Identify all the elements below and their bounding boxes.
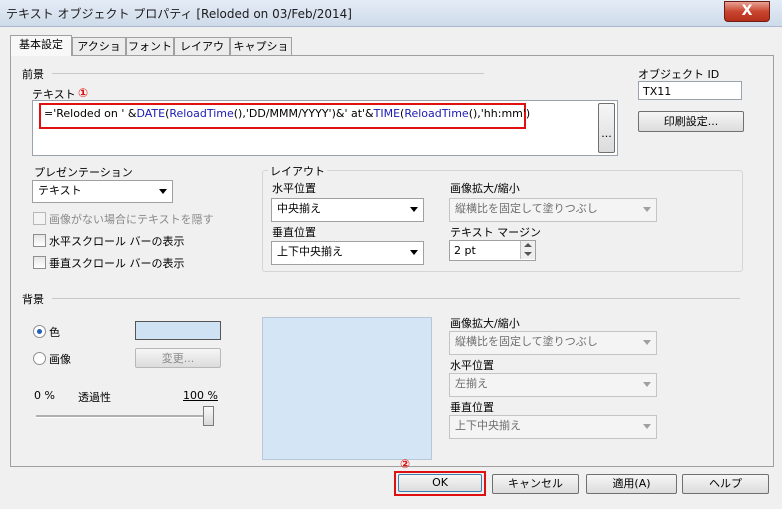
- transparency-min-label: 0 %: [34, 389, 55, 402]
- text-margin-label: テキスト マージン: [450, 226, 541, 239]
- background-divider: [52, 298, 740, 299]
- tab-font[interactable]: フォント: [126, 37, 174, 55]
- print-settings-button[interactable]: 印刷設定...: [638, 111, 744, 132]
- hide-text-label: 画像がない場合にテキストを隠す: [49, 213, 214, 226]
- ok-button[interactable]: OK: [398, 474, 482, 492]
- chevron-down-icon: [410, 250, 418, 255]
- hide-text-checkbox[interactable]: [33, 212, 46, 225]
- v-align-label: 垂直位置: [272, 226, 316, 239]
- formula-part: (),'hh:mm'): [468, 107, 531, 120]
- bg-h-align-dropdown[interactable]: 左揃え: [449, 373, 657, 397]
- tab-layout[interactable]: レイアウト: [174, 37, 230, 70]
- image-stretch-label: 画像拡大/縮小: [450, 182, 520, 195]
- presentation-selected: テキスト: [38, 184, 82, 197]
- formula-function-date: DATE: [136, 107, 166, 120]
- foreground-section-label: 前景: [22, 68, 44, 81]
- transparency-slider-thumb[interactable]: [203, 406, 214, 426]
- text-margin-value: 2 pt: [454, 244, 476, 257]
- chevron-up-icon: [524, 243, 532, 247]
- v-scrollbar-checkbox[interactable]: [33, 256, 46, 269]
- image-stretch-dropdown[interactable]: 縦横比を固定して塗りつぶし: [449, 198, 657, 222]
- chevron-down-icon: [643, 424, 651, 429]
- background-section-label: 背景: [22, 293, 44, 306]
- tab-caption[interactable]: キャプション: [230, 37, 292, 70]
- bg-v-align-label: 垂直位置: [450, 401, 494, 414]
- transparency-max-label: 100 %: [183, 389, 218, 402]
- presentation-dropdown[interactable]: テキスト: [32, 180, 173, 203]
- formula-function-reloadtime: ReloadTime: [169, 107, 234, 120]
- image-radio[interactable]: [33, 352, 46, 365]
- bg-image-stretch-dropdown[interactable]: 縦横比を固定して塗りつぶし: [449, 331, 657, 355]
- bg-image-stretch-selected: 縦横比を固定して塗りつぶし: [455, 335, 598, 348]
- bg-image-stretch-label: 画像拡大/縮小: [450, 317, 520, 330]
- color-radio-label: 色: [49, 326, 60, 339]
- formula-part: (),'DD/MMM/YYYY')&' at'&: [233, 107, 374, 120]
- close-button[interactable]: X: [724, 1, 770, 22]
- bg-v-align-dropdown[interactable]: 上下中央揃え: [449, 415, 657, 439]
- background-preview: [262, 317, 432, 460]
- h-align-label: 水平位置: [272, 182, 316, 195]
- image-stretch-selected: 縦横比を固定して塗りつぶし: [455, 202, 598, 215]
- window-title: テキスト オブジェクト プロパティ [Reloded on 03/Feb/201…: [6, 7, 352, 21]
- background-color-swatch[interactable]: [135, 321, 221, 340]
- annotation-marker-1: ①: [78, 86, 89, 100]
- transparency-label: 透過性: [78, 391, 111, 404]
- foreground-divider: [52, 73, 484, 74]
- apply-button[interactable]: 適用(A): [586, 474, 677, 494]
- bg-v-align-selected: 上下中央揃え: [455, 419, 521, 432]
- chevron-down-icon: [524, 252, 532, 256]
- v-scrollbar-label: 垂直スクロール バーの表示: [49, 257, 185, 270]
- image-radio-label: 画像: [49, 353, 71, 366]
- h-scrollbar-label: 水平スクロール バーの表示: [49, 235, 185, 248]
- chevron-down-icon: [643, 340, 651, 345]
- spin-down-button[interactable]: [520, 250, 535, 259]
- formula-part: ='Reloded on ' &: [44, 107, 137, 120]
- change-image-button[interactable]: 変更...: [135, 348, 221, 368]
- cancel-button[interactable]: キャンセル: [492, 474, 579, 494]
- chevron-down-icon: [643, 207, 651, 212]
- bg-h-align-selected: 左揃え: [455, 377, 488, 390]
- title-bar: テキスト オブジェクト プロパティ [Reloded on 03/Feb/201…: [0, 0, 782, 27]
- h-align-dropdown[interactable]: 中央揃え: [271, 198, 424, 222]
- chevron-down-icon: [643, 382, 651, 387]
- object-id-label: オブジェクト ID: [638, 68, 720, 81]
- object-id-input[interactable]: TX11: [638, 81, 742, 100]
- h-scrollbar-checkbox[interactable]: [33, 234, 46, 247]
- text-margin-spinbox[interactable]: 2 pt: [449, 240, 536, 261]
- tab-general[interactable]: 基本設定: [10, 35, 72, 56]
- formula-function-time: TIME: [373, 107, 401, 120]
- annotation-marker-2: ②: [400, 457, 411, 471]
- expression-edit-button[interactable]: ...: [598, 103, 615, 153]
- h-align-selected: 中央揃え: [277, 202, 321, 215]
- formula-text: ='Reloded on ' &DATE(ReloadTime(),'DD/MM…: [44, 107, 530, 120]
- chevron-down-icon: [410, 207, 418, 212]
- layout-group-label: レイアウト: [268, 163, 327, 179]
- formula-function-reloadtime: ReloadTime: [404, 107, 469, 120]
- presentation-label: プレゼンテーション: [34, 166, 133, 179]
- tab-actions[interactable]: アクション: [72, 37, 126, 70]
- chevron-down-icon: [159, 189, 167, 194]
- transparency-slider-track[interactable]: [36, 415, 212, 418]
- v-align-selected: 上下中央揃え: [277, 245, 343, 258]
- v-align-dropdown[interactable]: 上下中央揃え: [271, 241, 424, 265]
- help-button[interactable]: ヘルプ: [682, 474, 769, 494]
- bg-h-align-label: 水平位置: [450, 359, 494, 372]
- color-radio[interactable]: [33, 325, 46, 338]
